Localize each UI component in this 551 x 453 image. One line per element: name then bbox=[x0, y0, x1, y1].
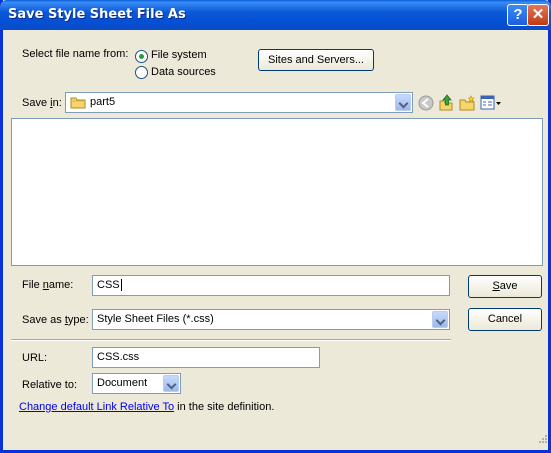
save-in-value: part5 bbox=[90, 96, 116, 108]
relative-to-value: Document bbox=[97, 377, 148, 389]
relative-to-label: Relative to: bbox=[22, 379, 78, 391]
resize-grip-icon[interactable] bbox=[536, 432, 548, 447]
file-system-radio[interactable] bbox=[135, 50, 148, 63]
save-as-type-dropdown[interactable]: Style Sheet Files (*.css) bbox=[92, 309, 450, 330]
url-field[interactable]: CSS.css bbox=[92, 347, 320, 368]
save-as-type-label: Save as type: bbox=[22, 314, 89, 326]
save-in-dropdown[interactable]: part5 bbox=[65, 92, 413, 113]
save-button[interactable]: Save bbox=[468, 275, 542, 298]
relative-to-dropdown[interactable]: Document bbox=[92, 373, 181, 394]
footer-text: Change default Link Relative To in the s… bbox=[19, 401, 274, 413]
help-button[interactable]: ? bbox=[507, 4, 529, 26]
file-name-label: File name: bbox=[22, 279, 74, 291]
url-label: URL: bbox=[22, 352, 48, 364]
divider bbox=[11, 339, 451, 341]
window-title: Save Style Sheet File As bbox=[8, 7, 186, 22]
data-sources-label[interactable]: Data sources bbox=[151, 66, 216, 78]
source-label: Select file name from: bbox=[22, 48, 129, 60]
save-in-label: Save in: bbox=[22, 97, 62, 109]
chevron-down-icon[interactable] bbox=[163, 375, 179, 392]
file-system-label[interactable]: File system bbox=[151, 49, 207, 61]
change-default-link[interactable]: Change default Link Relative To bbox=[19, 401, 174, 413]
view-menu-icon[interactable] bbox=[480, 95, 502, 114]
back-icon[interactable] bbox=[418, 95, 434, 114]
title-bar[interactable]: Save Style Sheet File As ? ✕ bbox=[0, 0, 551, 30]
chevron-down-icon[interactable] bbox=[395, 94, 411, 111]
save-as-type-value: Style Sheet Files (*.css) bbox=[97, 313, 214, 325]
file-name-input[interactable]: CSS bbox=[92, 275, 450, 296]
folder-icon bbox=[70, 96, 86, 112]
file-name-value: CSS bbox=[97, 279, 120, 291]
cancel-button[interactable]: Cancel bbox=[468, 308, 542, 331]
data-sources-radio[interactable] bbox=[135, 66, 148, 79]
new-folder-icon[interactable] bbox=[459, 95, 477, 114]
file-list[interactable] bbox=[11, 118, 543, 266]
close-button[interactable]: ✕ bbox=[527, 4, 549, 26]
up-folder-icon[interactable] bbox=[438, 94, 454, 114]
sites-and-servers-button[interactable]: Sites and Servers... bbox=[258, 49, 374, 71]
footer-rest-text: in the site definition. bbox=[174, 401, 275, 413]
chevron-down-icon[interactable] bbox=[432, 311, 448, 328]
save-dialog: Save Style Sheet File As ? ✕ Select file… bbox=[0, 0, 551, 453]
